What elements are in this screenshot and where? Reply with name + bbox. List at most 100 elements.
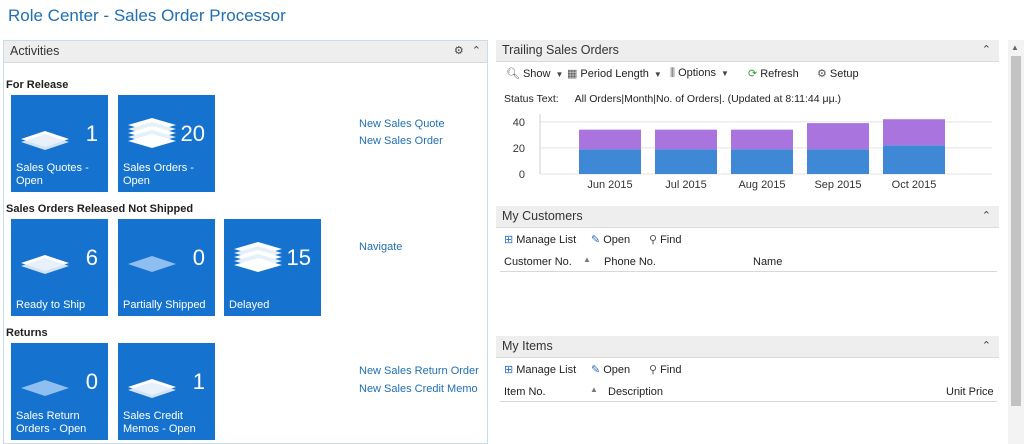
tile-label: Sales Credit Memos - Open [123,410,196,435]
stack-empty-icon [128,256,176,272]
gear-icon: ⚙ [817,68,827,80]
trailing-sales-orders-header: Trailing Sales Orders ⌃ [496,40,999,62]
new-sales-quote-link[interactable]: New Sales Quote [359,118,445,130]
scroll-up-icon[interactable]: ▲ [1011,43,1019,52]
stack-empty-icon [21,380,69,396]
tile-sales-return-orders-open[interactable]: 0 Sales Return Orders - Open [11,343,108,440]
navigate-link[interactable]: Navigate [359,241,402,253]
bar-segment[interactable] [655,129,717,150]
magnifier-icon: 🔍︎ [506,68,520,80]
collapse-icon[interactable]: ⌃ [982,44,991,56]
manage-list-button[interactable]: ⊞ Manage List [504,363,576,376]
stack-large-icon [234,242,282,272]
bar-segment[interactable] [731,129,793,150]
show-button[interactable]: 🔍︎ Show ▼ [506,67,563,80]
collapse-icon[interactable]: ⌃ [982,210,991,222]
setup-button[interactable]: ⚙ Setup [817,67,859,80]
refresh-button[interactable]: ⟳ Refresh [748,67,799,80]
tile-label: Sales Quotes - Open [16,162,89,187]
binoculars-icon: ⚲ [649,234,658,246]
tile-count: 20 [180,121,205,146]
refresh-icon: ⟳ [748,68,758,80]
tile-count: 0 [192,245,205,270]
options-button[interactable]: ⫼ Options ▼ [670,67,729,80]
column-name[interactable]: Name [753,256,782,268]
find-button[interactable]: ⚲ Find [649,363,681,376]
bar-segment[interactable] [883,119,945,146]
group-title-for-release: For Release [6,79,69,91]
activities-title: Activities [10,44,60,58]
my-items-part: My Items ⌃ ⊞ Manage List ✎ Open ⚲ Find [496,336,999,382]
binoculars-icon: ⚲ [649,364,658,376]
my-customers-title: My Customers [502,209,583,223]
manage-list-button[interactable]: ⊞ Manage List [504,233,576,246]
period-length-button[interactable]: ▦ Period Length ▼ [567,67,662,80]
y-tick-label: 0 [519,169,525,181]
sort-asc-icon[interactable]: ▲ [590,385,598,394]
tile-label: Partially Shipped [123,299,206,311]
tile-count: 0 [85,369,98,394]
column-description[interactable]: Description [608,386,663,398]
pencil-icon: ✎ [591,364,601,376]
chevron-down-icon: ▼ [720,69,729,78]
scroll-thumb[interactable] [1011,56,1021,406]
tile-sales-credit-memos-open[interactable]: 1 Sales Credit Memos - Open [118,343,215,440]
bar-segment[interactable] [731,149,793,174]
new-sales-return-order-link[interactable]: New Sales Return Order [359,365,479,377]
column-phone-no[interactable]: Phone No. [604,256,656,268]
x-tick-label: Jul 2015 [665,179,707,191]
bar-segment[interactable] [807,149,869,174]
new-sales-credit-memo-link[interactable]: New Sales Credit Memo [359,383,478,395]
find-button[interactable]: ⚲ Find [649,233,681,246]
manage-list-icon: ⊞ [504,234,514,246]
bar-segment[interactable] [655,149,717,174]
my-items-header: My Items ⌃ [496,336,999,358]
column-item-no[interactable]: Item No. [504,386,546,398]
bar-segment[interactable] [579,149,641,174]
tile-delayed[interactable]: 15 Delayed [224,219,321,316]
my-customers-part: My Customers ⌃ ⊞ Manage List ✎ Open ⚲ Find [496,206,999,252]
calendar-icon: ▦ [567,68,578,80]
open-button[interactable]: ✎ Open [591,363,630,376]
new-sales-order-link[interactable]: New Sales Order [359,135,443,147]
chevron-down-icon: ▼ [555,70,564,79]
gear-icon[interactable]: ⚙ [454,45,464,57]
trailing-sales-orders-chart: 0 20 40 Jun 2015 Jul 2015 Aug 2015 Sep 2015 Oct… [513,114,992,191]
tile-label: Delayed [229,299,270,311]
tile-partially-shipped[interactable]: 0 Partially Shipped [118,219,215,316]
status-text: Status Text: All Orders|Month|No. of Orde… [504,93,841,105]
tile-sales-quotes-open[interactable]: 1 Sales Quotes - Open [11,95,108,192]
collapse-icon[interactable]: ⌃ [982,340,991,352]
bar-segment[interactable] [807,123,869,150]
tile-count: 1 [85,121,98,146]
column-unit-price[interactable]: Unit Price [946,386,994,398]
trailing-sales-orders-toolbar: 🔍︎ Show ▼ ▦ Period Length ▼ ⫼ Options ▼ ⟳ Refre… [496,62,999,86]
tile-ready-to-ship[interactable]: 6 Ready to Ship [11,219,108,316]
y-tick-label: 20 [513,143,525,155]
my-items-toolbar: ⊞ Manage List ✎ Open ⚲ Find [496,358,999,382]
bar-segment[interactable] [883,145,945,174]
open-button[interactable]: ✎ Open [591,233,630,246]
stack-small-icon [128,379,176,398]
pencil-icon: ✎ [591,234,601,246]
activities-header: Activities ⚙ ⌃ [4,41,487,63]
options-icon: ⫼ [670,67,676,79]
tile-count: 15 [286,245,311,270]
x-tick-label: Sep 2015 [814,179,861,191]
stack-small-icon [21,255,69,274]
manage-list-icon: ⊞ [504,364,514,376]
trailing-sales-orders-part: Trailing Sales Orders ⌃ 🔍︎ Show ▼ ▦ Period … [496,40,999,86]
chevron-down-icon: ▼ [653,70,662,79]
tile-label: Sales Return Orders - Open [16,410,87,435]
x-tick-label: Oct 2015 [892,179,937,191]
collapse-icon[interactable]: ⌃ [472,45,481,57]
column-customer-no[interactable]: Customer No. [504,256,572,268]
my-items-title: My Items [502,339,553,353]
tile-label: Sales Orders - Open [123,162,194,187]
group-title-released-not-shipped: Sales Orders Released Not Shipped [6,203,194,215]
tile-sales-orders-open[interactable]: 20 Sales Orders - Open [118,95,215,192]
sort-asc-icon[interactable]: ▲ [583,255,591,264]
bar-segment[interactable] [579,129,641,150]
page-scrollbar[interactable]: ▲ [1008,40,1024,444]
tile-count: 1 [192,369,205,394]
